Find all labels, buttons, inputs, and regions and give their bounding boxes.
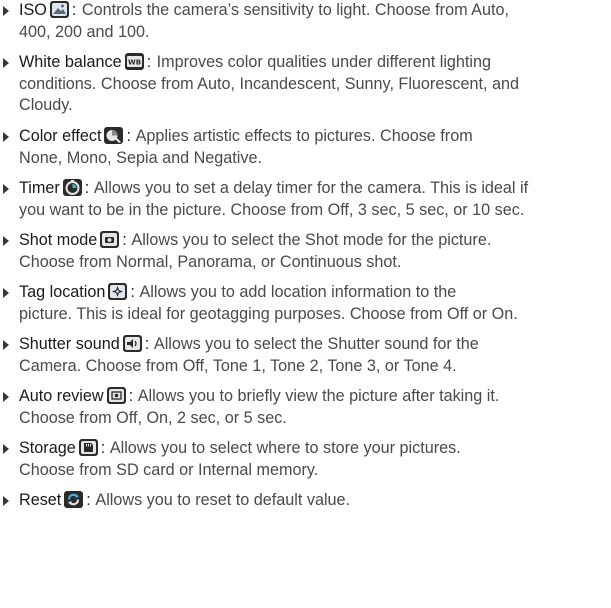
item-description-cont2: Cloudy. — [19, 96, 73, 114]
item-title: Shot mode — [19, 231, 98, 249]
list-item-storage: Storage: Allows you to select where to s… — [0, 438, 611, 481]
item-title: Tag location — [19, 283, 106, 301]
item-description-cont: Choose from SD card or Internal memory. — [19, 460, 319, 479]
list-item-auto-review: Auto review: Allows you to briefly view … — [0, 386, 611, 429]
colon: : — [86, 491, 91, 509]
item-description-cont: Choose from Off, On, 2 sec, or 5 sec. — [19, 408, 287, 427]
item-title: Storage — [19, 439, 76, 457]
bullet-icon — [3, 444, 9, 454]
list-item-shot-mode: Shot mode: Allows you to select the Shot… — [0, 230, 611, 273]
item-title: Auto review — [19, 387, 104, 405]
list-item-iso: ISO: Controls the camera’s sensitivity t… — [0, 0, 611, 43]
item-title: Timer — [19, 179, 60, 197]
iso-icon — [49, 1, 69, 18]
item-description: Allows you to select where to store your… — [109, 439, 461, 457]
colon: : — [146, 53, 152, 71]
item-description-cont: picture. This is ideal for geotagging pu… — [19, 304, 518, 323]
bullet-icon — [3, 6, 9, 16]
item-title: Shutter sound — [19, 335, 120, 353]
list-item-timer: Timer: Allows you to set a delay timer f… — [0, 178, 611, 221]
color-effect-icon — [104, 127, 124, 144]
reset-icon — [64, 491, 84, 508]
shot-mode-icon — [100, 231, 120, 248]
item-title: ISO — [19, 1, 47, 19]
item-description-cont: Choose from Normal, Panorama, or Continu… — [19, 252, 402, 271]
item-description-cont: None, Mono, Sepia and Negative. — [19, 148, 262, 167]
timer-icon — [62, 179, 82, 196]
item-description: Allows you to set a delay timer for the … — [93, 179, 529, 197]
colon: : — [128, 387, 134, 405]
storage-icon — [78, 439, 98, 456]
item-description-cont: Camera. Choose from Off, Tone 1, Tone 2,… — [19, 356, 457, 375]
colon: : — [84, 179, 90, 197]
item-title: White balance — [19, 53, 122, 71]
list-item-tag-location: Tag location: Allows you to add location… — [0, 282, 611, 325]
item-description: Allows you to briefly view the picture a… — [137, 387, 500, 405]
shutter-sound-icon — [122, 335, 142, 352]
colon: : — [130, 283, 135, 301]
item-description: Allows you to select the Shutter sound f… — [153, 335, 479, 353]
item-title: Color effect — [19, 127, 102, 145]
item-description-cont: conditions. Choose from Auto, Incandesce… — [19, 74, 520, 93]
colon: : — [100, 439, 106, 457]
white-balance-icon: WB — [124, 53, 144, 70]
auto-review-icon — [106, 387, 126, 404]
list-item-color-effect: Color effect: Applies artistic effects t… — [0, 126, 611, 169]
item-description: Allows you to select the Shot mode for t… — [131, 231, 492, 249]
list-item-white-balance: White balance WB: Improves color qualitie… — [0, 52, 611, 117]
bullet-icon — [3, 392, 9, 402]
bullet-icon — [3, 236, 9, 246]
item-description: Applies artistic effects to pictures. Ch… — [135, 127, 473, 145]
item-description: Allows you to reset to default value. — [95, 491, 351, 509]
bullet-icon — [3, 184, 9, 194]
bullet-icon — [3, 340, 9, 350]
bullet-icon — [3, 58, 9, 68]
item-description: Improves color qualities under different… — [156, 53, 492, 71]
colon: : — [71, 1, 77, 19]
colon: : — [144, 335, 150, 353]
item-description: Controls the camera’s sensitivity to lig… — [81, 1, 509, 19]
item-title: Reset — [19, 491, 62, 509]
list-item-reset: Reset: Allows you to reset to default va… — [0, 490, 611, 512]
list-item-shutter-sound: Shutter sound: Allows you to select the … — [0, 334, 611, 377]
bullet-icon — [3, 288, 9, 298]
colon: : — [126, 127, 131, 145]
item-description-cont: you want to be in the picture. Choose fr… — [19, 200, 525, 219]
colon: : — [122, 231, 127, 249]
bullet-icon — [3, 496, 9, 506]
item-description-cont: 400, 200 and 100. — [19, 22, 150, 41]
tag-location-icon — [108, 283, 128, 300]
item-description: Allows you to add location information t… — [139, 283, 457, 301]
bullet-icon — [3, 132, 9, 142]
svg-text:WB: WB — [128, 59, 141, 67]
